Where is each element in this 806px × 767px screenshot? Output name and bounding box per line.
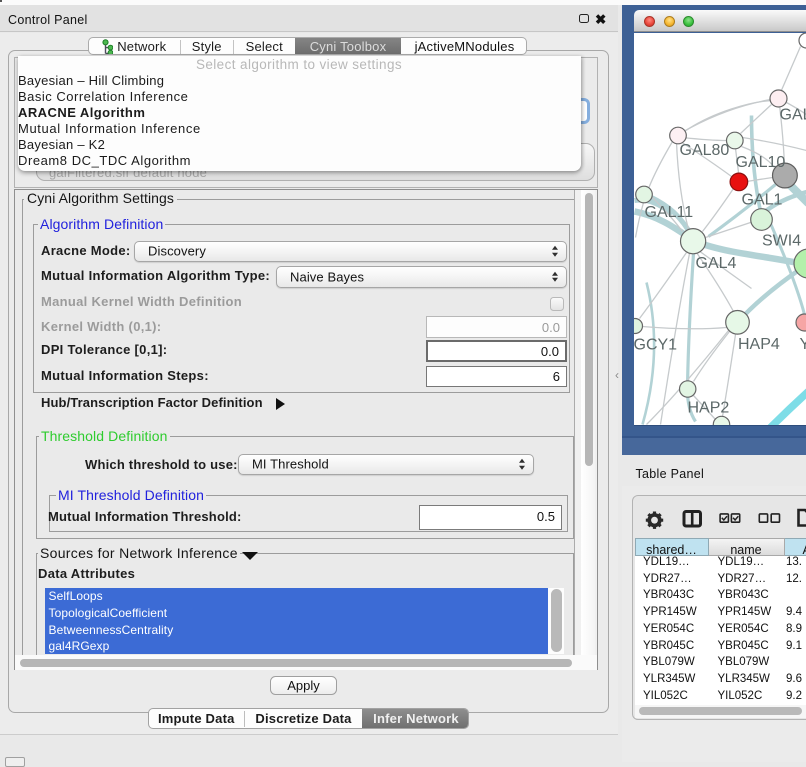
- svg-text:SWI4: SWI4: [762, 232, 801, 249]
- svg-text:HAP4: HAP4: [738, 336, 780, 353]
- svg-text:HAP2: HAP2: [687, 399, 729, 416]
- svg-text:GAL80: GAL80: [679, 142, 729, 159]
- svg-text:GAL1: GAL1: [741, 191, 782, 208]
- svg-text:GAL4: GAL4: [695, 255, 736, 272]
- svg-text:GAL11: GAL11: [644, 204, 693, 221]
- svg-text:GAL: GAL: [779, 106, 806, 123]
- svg-text:GCY1: GCY1: [634, 336, 677, 353]
- svg-text:Y: Y: [799, 336, 806, 353]
- svg-text:GAL10: GAL10: [735, 154, 785, 171]
